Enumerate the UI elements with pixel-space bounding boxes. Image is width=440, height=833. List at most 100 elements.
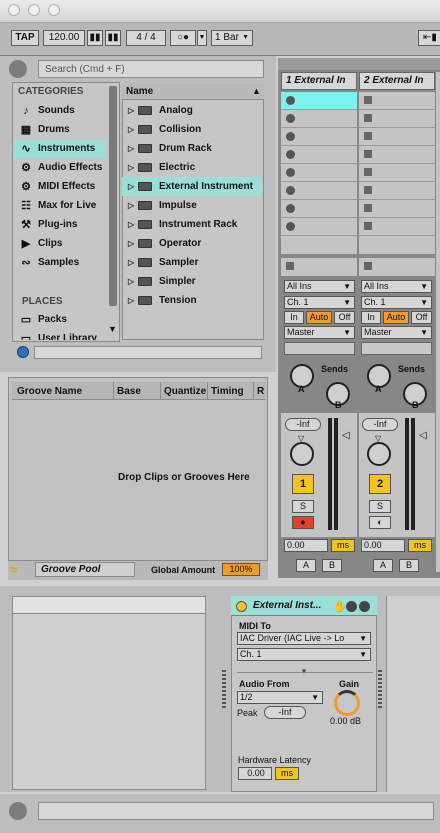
tap-tempo-button[interactable]: TAP	[11, 30, 39, 46]
audio-from-select[interactable]: 1/2 ▼	[237, 691, 323, 704]
output-channel-field-2[interactable]	[361, 342, 432, 355]
volume-fader-icon[interactable]: ◁	[342, 430, 350, 441]
tempo-field[interactable]: 120.00	[43, 30, 85, 46]
xfade-b-button-1[interactable]: B	[322, 559, 342, 572]
global-amount-field[interactable]: 100%	[222, 563, 260, 576]
save-preset-icon[interactable]	[359, 601, 370, 612]
category-drums[interactable]: ▦ Drums	[14, 121, 106, 139]
follow-arrow-icon[interactable]: ⇤▮	[418, 30, 440, 46]
monitor-auto-button-2[interactable]: Auto	[383, 311, 409, 324]
track-activator-1[interactable]: 1	[292, 474, 314, 494]
stop-all-icon[interactable]	[286, 262, 294, 270]
clip-slot[interactable]	[281, 200, 357, 218]
clip-slot[interactable]	[359, 128, 435, 146]
metronome-menu-chevron-icon[interactable]: ▼	[197, 30, 207, 46]
input-channel-select-2[interactable]: Ch. 1 ▼	[361, 296, 432, 309]
arm-record-icon[interactable]: ◐	[369, 516, 391, 529]
drag-handle-icon[interactable]	[378, 670, 382, 710]
link-icon[interactable]	[346, 601, 357, 612]
list-item-instrument-rack[interactable]: ▷ Instrument Rack	[122, 215, 262, 234]
monitor-off-button-1[interactable]: Off	[334, 311, 355, 324]
list-item-collision[interactable]: ▷ Collision	[122, 120, 262, 139]
clip-slot[interactable]	[359, 164, 435, 182]
clip-slot[interactable]	[359, 182, 435, 200]
midi-channel-select[interactable]: Ch. 1 ▼	[237, 648, 371, 661]
browser-toggle-icon[interactable]	[9, 60, 27, 78]
zoom-window-button[interactable]	[48, 4, 60, 16]
groove-pool-icon[interactable]: ≈	[10, 563, 28, 578]
latency-field[interactable]: 0.00	[238, 767, 272, 780]
categories-scrollbar[interactable]	[109, 86, 117, 306]
track-delay-field-2[interactable]: 0.00	[361, 539, 405, 552]
list-item-sampler[interactable]: ▷ Sampler	[122, 253, 262, 272]
list-item-tension[interactable]: ▷ Tension	[122, 291, 262, 310]
category-samples[interactable]: ∾ Samples	[14, 254, 106, 272]
groove-col-name[interactable]: Groove Name	[17, 386, 82, 397]
clip-slot[interactable]	[359, 218, 435, 236]
clip-slot[interactable]	[359, 110, 435, 128]
midi-to-select[interactable]: IAC Driver (IAC Live -> Lo ▼	[237, 632, 371, 645]
close-window-button[interactable]	[8, 4, 20, 16]
track-header-1[interactable]: 1 External In	[281, 72, 357, 90]
sort-up-icon[interactable]: ▲	[252, 86, 261, 96]
output-select-1[interactable]: Master ▼	[284, 326, 355, 339]
latency-unit[interactable]: ms	[275, 767, 299, 780]
clip-slot[interactable]	[281, 110, 357, 128]
pan-knob-1[interactable]	[290, 442, 314, 466]
volume-fader-icon[interactable]: ◁	[419, 430, 427, 441]
gain-knob[interactable]	[334, 690, 360, 716]
track-header-2[interactable]: 2 External In	[359, 72, 435, 90]
list-item-simpler[interactable]: ▷ Simpler	[122, 272, 262, 291]
metronome-icon[interactable]: ○●	[170, 30, 196, 46]
name-column-header[interactable]: Name	[122, 84, 264, 100]
clip-slot[interactable]	[281, 128, 357, 146]
solo-button-1[interactable]: S	[292, 500, 314, 513]
list-item-impulse[interactable]: ▷ Impulse	[122, 196, 262, 215]
input-channel-select-1[interactable]: Ch. 1 ▼	[284, 296, 355, 309]
preview-bar[interactable]	[34, 346, 262, 359]
pan-knob-2[interactable]	[367, 442, 391, 466]
category-max-for-live[interactable]: ☷ Max for Live	[14, 197, 106, 215]
quantize-menu[interactable]: 1 Bar ▼	[211, 30, 253, 46]
clip-slot[interactable]	[359, 200, 435, 218]
time-signature-field[interactable]: 4 / 4	[126, 30, 166, 46]
list-item-analog[interactable]: ▷ Analog	[122, 101, 262, 120]
xfade-b-button-2[interactable]: B	[399, 559, 419, 572]
groove-col-timing[interactable]: Timing	[211, 386, 244, 397]
list-item-operator[interactable]: ▷ Operator	[122, 234, 262, 253]
groove-col-base[interactable]: Base	[117, 386, 141, 397]
xfade-a-button-2[interactable]: A	[373, 559, 393, 572]
output-channel-field-1[interactable]	[284, 342, 355, 355]
stop-all-icon[interactable]	[364, 262, 372, 270]
input-type-select-1[interactable]: All Ins ▼	[284, 280, 355, 293]
list-item-drum-rack[interactable]: ▷ Drum Rack	[122, 139, 262, 158]
monitor-in-button-1[interactable]: In	[284, 311, 304, 324]
category-plug-ins[interactable]: ⚒ Plug-ins	[14, 216, 106, 234]
groove-col-quantize[interactable]: Quantize	[164, 386, 206, 397]
clip-slot[interactable]	[281, 218, 357, 236]
category-clips[interactable]: ▶ Clips	[14, 235, 106, 253]
category-sounds[interactable]: ♪ Sounds	[14, 102, 106, 120]
track-delay-unit-2[interactable]: ms	[408, 539, 432, 552]
device-on-icon[interactable]	[236, 601, 247, 612]
list-item-electric[interactable]: ▷ Electric	[122, 158, 262, 177]
category-audio-effects[interactable]: ⚙ Audio Effects	[14, 159, 106, 177]
nudge-up-icon[interactable]: ▮▮	[105, 30, 121, 46]
input-type-select-2[interactable]: All Ins ▼	[361, 280, 432, 293]
minimize-window-button[interactable]	[28, 4, 40, 16]
track-activator-2[interactable]: 2	[369, 474, 391, 494]
track-delay-field-1[interactable]: 0.00	[284, 539, 328, 552]
clip-slot[interactable]	[281, 92, 357, 110]
category-midi-effects[interactable]: ⚙ MIDI Effects	[14, 178, 106, 196]
arm-record-icon[interactable]: ●	[292, 516, 314, 529]
volume-readout-1[interactable]: -Inf	[285, 418, 321, 431]
solo-button-2[interactable]: S	[369, 500, 391, 513]
clip-slot[interactable]	[359, 92, 435, 110]
place-packs[interactable]: ▭ Packs	[14, 311, 106, 329]
hand-icon[interactable]: ✋	[333, 600, 347, 613]
clip-slot[interactable]	[281, 182, 357, 200]
clip-slot[interactable]	[359, 146, 435, 164]
volume-readout-2[interactable]: -Inf	[362, 418, 398, 431]
clip-slot[interactable]	[281, 164, 357, 182]
drag-handle-icon[interactable]	[222, 670, 226, 710]
